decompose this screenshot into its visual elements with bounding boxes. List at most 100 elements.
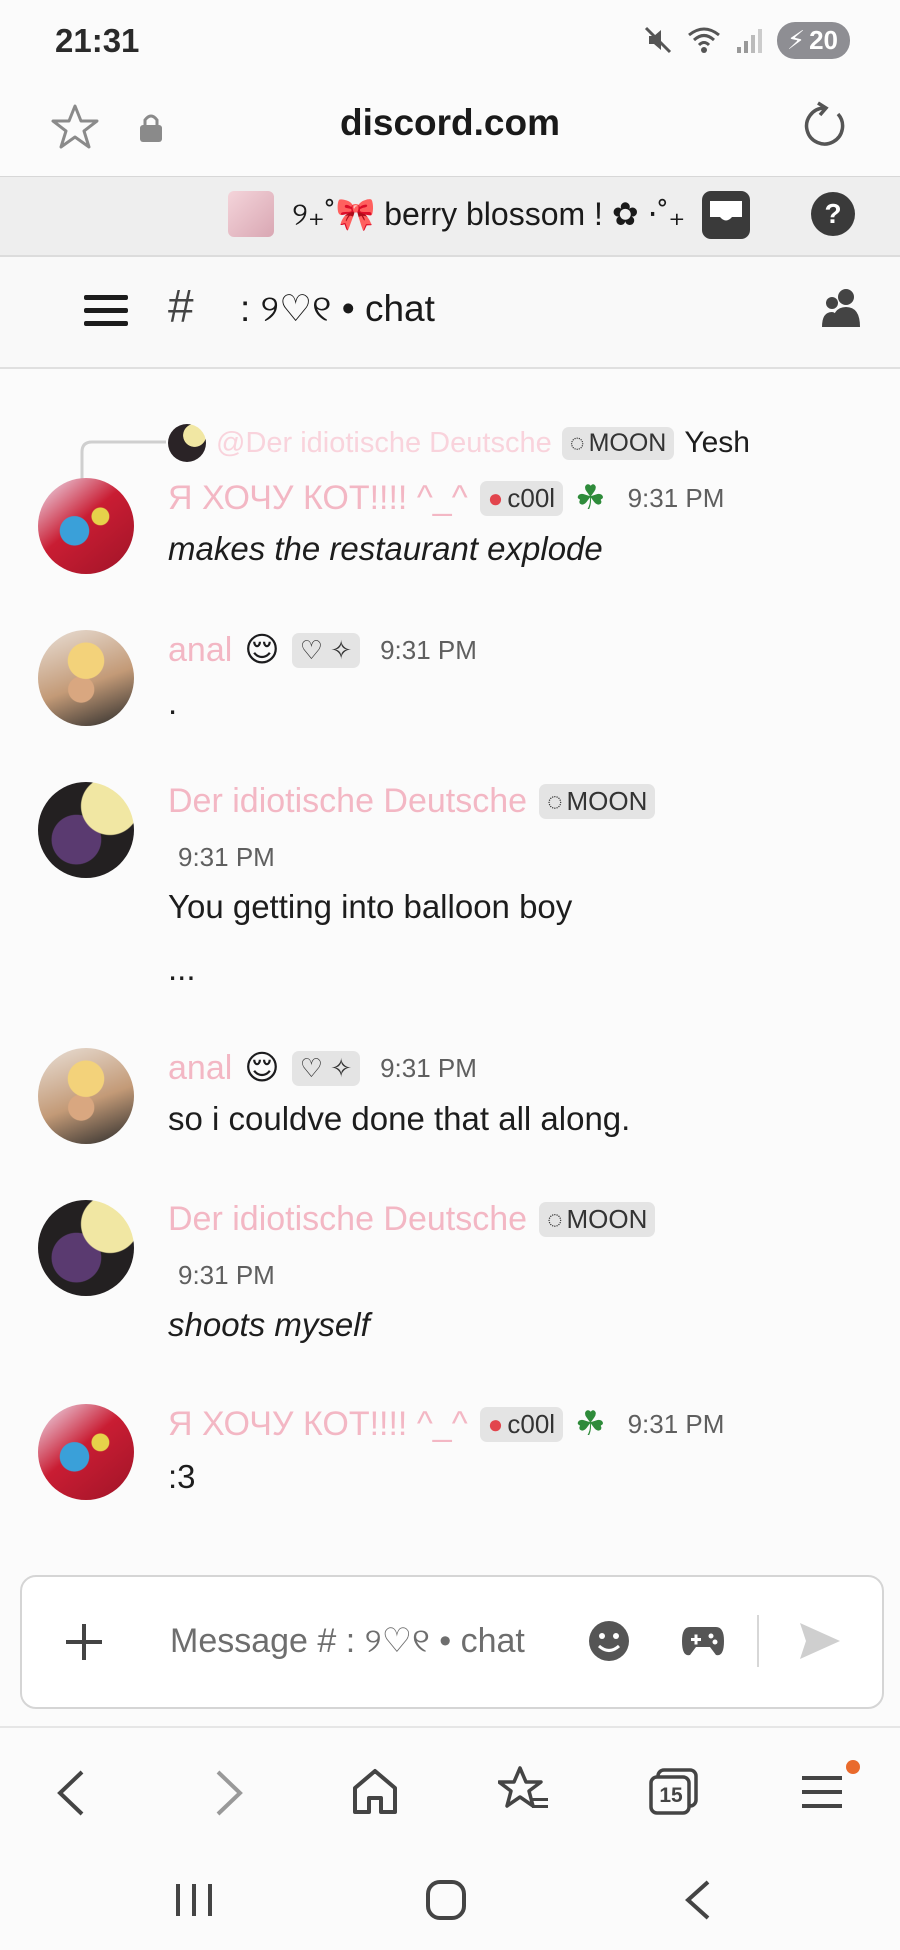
avatar[interactable] [38,630,134,726]
message-header: Der idiotische Deutsche ◌ MOON [168,782,656,821]
system-back-icon[interactable] [680,1878,716,1922]
message-author[interactable]: Der idiotische Deutsche [168,782,527,821]
heart-wing-badge-icon: ♡ ✧ [291,1050,361,1086]
battery-level: 20 [809,24,838,55]
battery-indicator: ⚡ 20 [776,21,850,59]
status-icons: ⚡ 20 [643,21,850,59]
fire-icon: ● [487,1408,504,1439]
tabs-count: 15 [659,1784,683,1807]
charging-icon: ⚡ [786,24,806,55]
clover-icon: ☘ [575,1405,606,1443]
system-nav-bar [0,1856,900,1950]
help-icon[interactable]: ? [810,191,856,237]
message-header: Я ХОЧУ КОТ!!!! ^_^ ● c00l ☘ 9:31 PM [168,478,724,518]
moon-icon: ◌ [547,786,563,816]
reply-avatar [168,424,206,462]
menu-button[interactable] [800,1760,860,1818]
message-timestamp: 9:31 PM [380,634,477,665]
reply-connector [80,440,166,480]
role-tag: ◌ MOON [539,784,656,819]
clover-icon: ☘ [575,479,606,517]
svg-text:?: ? [824,198,841,229]
message-timestamp: 9:31 PM [627,1408,725,1439]
browser-nav-bar: 15 [0,1726,900,1858]
server-bar: ୨₊˚🎀 berry blossom ! ✿ ⋅˚₊ ? [0,177,900,257]
message-text: shoots myself [168,1306,370,1343]
message-timestamp: 9:31 PM [178,1260,275,1290]
recents-icon[interactable] [172,1880,216,1920]
role-tag-label: MOON [566,1204,648,1234]
avatar[interactable] [38,782,134,878]
avatar[interactable] [38,1048,134,1144]
message-header: Я ХОЧУ КОТ!!!! ^_^ ● c00l ☘ 9:31 PM [168,1404,724,1444]
bookmarks-icon[interactable] [498,1764,550,1816]
role-tag-label: MOON [588,428,667,457]
message-author[interactable]: Der idiotische Deutsche [168,1200,527,1239]
composer-divider [757,1615,759,1667]
reply-author: @Der idiotische Deutsche [216,426,552,459]
url-domain[interactable]: discord.com [0,102,900,144]
reload-icon[interactable] [798,100,850,152]
role-tag: ● c00l [479,480,564,516]
role-tag: ● c00l [479,1406,564,1442]
plus-icon[interactable] [64,1622,104,1662]
message-text: You getting into balloon boy [168,888,573,925]
moon-icon: ◌ [569,428,585,457]
message-header: anal 😌 ♡ ✧ 9:31 PM [168,630,477,670]
heart-wing-badge-icon: ♡ ✧ [291,632,361,668]
relieved-emoji-icon: 😌 [244,631,280,669]
wifi-icon [687,27,720,53]
server-name[interactable]: ୨₊˚🎀 berry blossom ! ✿ ⋅˚₊ [292,195,685,234]
relieved-emoji-icon: 😌 [244,1049,280,1087]
server-icon[interactable] [228,191,274,237]
role-tag-label: MOON [566,786,648,816]
message-text-continued: ... [168,950,196,987]
notification-dot [846,1760,860,1774]
mute-icon [644,26,671,54]
role-tag-label: c00l [507,482,556,513]
channel-name: : ୨♡୧ • chat [240,288,435,329]
browser-url-bar: discord.com [0,80,900,178]
hamburger-icon[interactable] [84,293,128,329]
fire-icon: ● [487,482,504,513]
message-input[interactable]: Message # : ୨♡୧ • chat [170,1621,525,1661]
message-header: anal 😌 ♡ ✧ 9:31 PM [168,1048,477,1088]
reply-preview[interactable]: @Der idiotische Deutsche ◌ MOON Yesh [168,424,750,462]
menu-icon [802,1776,842,1808]
message-author[interactable]: Я ХОЧУ КОТ!!!! ^_^ [168,1405,468,1444]
signal-icon [736,29,762,53]
moon-icon: ◌ [547,1204,563,1234]
message-timestamp: 9:31 PM [380,1052,477,1083]
reply-text: Yesh [684,426,750,459]
message-header: Der idiotische Deutsche ◌ MOON [168,1200,656,1239]
back-icon[interactable] [52,1768,92,1818]
status-time: 21:31 [55,22,140,59]
avatar[interactable] [38,478,134,574]
message-text: :3 [168,1458,196,1495]
home-icon[interactable] [350,1766,400,1816]
send-icon[interactable] [798,1621,842,1661]
message-author[interactable]: Я ХОЧУ КОТ!!!! ^_^ [168,479,468,518]
avatar[interactable] [38,1200,134,1296]
forward-icon[interactable] [208,1768,248,1818]
status-bar: 21:31 ⚡ 20 [0,0,900,80]
message-author[interactable]: anal [168,631,232,670]
role-tag: ◌ MOON [539,1202,656,1237]
message-timestamp: 9:31 PM [627,482,725,513]
hash-icon: # [168,280,194,332]
members-icon[interactable] [820,287,866,329]
message-composer: Message # : ୨♡୧ • chat [20,1575,884,1709]
tabs-button[interactable]: 15 [648,1766,700,1818]
role-tag: ◌ MOON [561,426,675,460]
emoji-icon[interactable] [587,1619,631,1663]
gamepad-icon[interactable] [680,1621,726,1661]
inbox-icon[interactable] [700,189,752,241]
message-author[interactable]: anal [168,1049,232,1088]
avatar[interactable] [38,1404,134,1500]
message-text: makes the restaurant explode [168,530,603,567]
role-tag-label: c00l [507,1408,556,1439]
home-button-icon[interactable] [424,1878,468,1922]
channel-header: # : ୨♡୧ • chat [0,257,900,369]
message-text: . [168,684,178,721]
message-text: so i couldve done that all along. [168,1100,631,1137]
